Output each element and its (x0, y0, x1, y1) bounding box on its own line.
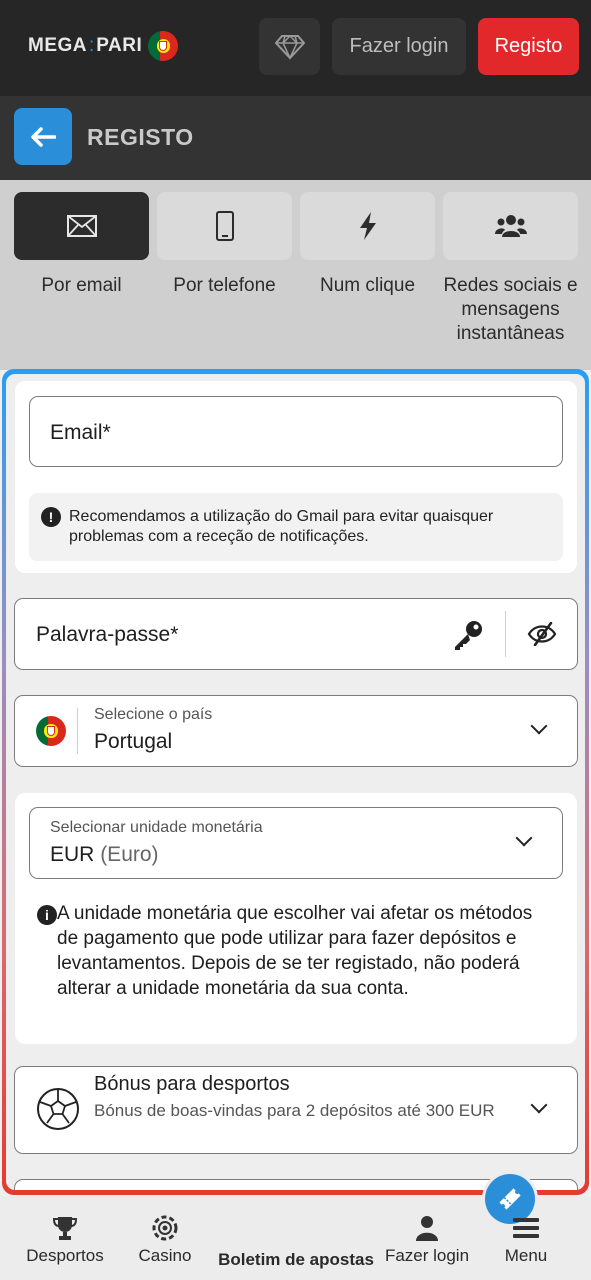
nav-menu[interactable]: Menu (488, 1196, 564, 1280)
tab-one-click[interactable]: Num clique (300, 192, 435, 298)
currency-select[interactable]: Selecionar unidade monetária EUR (Euro) (29, 807, 563, 879)
tab-label: Redes sociais e mensagens instantâneas (443, 275, 578, 344)
lightning-icon (359, 212, 376, 240)
hamburger-icon (513, 1218, 539, 1238)
nav-casino[interactable]: Casino (120, 1196, 210, 1280)
nav-label: Desportos (26, 1246, 104, 1265)
nav-login[interactable]: Fazer login (380, 1196, 474, 1280)
registration-form: Email* ! Recomendamos a utilização do Gm… (6, 374, 585, 1190)
diamond-icon (274, 34, 305, 60)
vip-diamond-button[interactable] (259, 18, 320, 75)
megapari-logo[interactable]: MEGA : PARI (28, 30, 179, 62)
country-label: Selecione o país (94, 706, 213, 723)
nav-sports[interactable]: Desportos (14, 1196, 116, 1280)
nav-label: Fazer login (384, 1246, 470, 1265)
trophy-icon (52, 1217, 78, 1240)
tab-label: Num clique (319, 275, 416, 296)
page-title: REGISTO (87, 124, 194, 150)
bonus-select[interactable]: Bónus para desportos Bónus de boas-vinda… (14, 1066, 578, 1154)
top-bar: MEGA : PARI Fazer login Registo (0, 0, 591, 96)
logo-text-left: MEGA (28, 35, 87, 56)
tab-by-email[interactable]: Por email (14, 192, 149, 298)
arrow-left-icon (31, 126, 56, 147)
logo-separator: : (89, 35, 95, 56)
bonus-subtitle: Bónus de boas-vindas para 2 depósitos at… (94, 1101, 495, 1120)
country-select[interactable]: Selecione o país Portugal (14, 695, 578, 767)
country-divider (77, 708, 78, 754)
login-button[interactable]: Fazer login (332, 18, 466, 75)
title-bar: REGISTO (0, 96, 591, 180)
user-icon (416, 1216, 438, 1241)
country-value: Portugal (94, 730, 173, 753)
portugal-flag-icon (148, 31, 179, 61)
info-icon: i (37, 905, 57, 925)
soccer-ball-icon (37, 1088, 79, 1130)
back-button[interactable] (14, 108, 72, 165)
tab-by-phone[interactable]: Por telefone (157, 192, 292, 298)
nav-label: Menu (504, 1246, 548, 1265)
key-icon[interactable] (452, 619, 484, 651)
password-placeholder: Palavra-passe* (36, 623, 179, 646)
register-button[interactable]: Registo (478, 18, 579, 75)
bottom-navigation: Desportos Casino Boletim de apostas Faze… (0, 1174, 591, 1280)
bonus-title: Bónus para desportos (94, 1073, 290, 1095)
nav-bet-slip[interactable]: Boletim de apostas (214, 1174, 535, 1280)
nav-label: Boletim de apostas (218, 1250, 374, 1269)
password-divider (505, 611, 506, 657)
eye-slash-icon[interactable] (527, 622, 557, 646)
registration-method-tabs: Por email Por telefone Num clique Redes … (0, 180, 591, 370)
gmail-notice: ! Recomendamos a utilização do Gmail par… (29, 493, 563, 561)
currency-notice-text: A unidade monetária que escolher vai afe… (57, 903, 533, 999)
gmail-notice-text: Recomendamos a utilização do Gmail para … (69, 508, 494, 545)
tab-social-networks[interactable]: Redes sociais e mensagens instantâneas (443, 192, 578, 346)
email-placeholder: Email* (50, 421, 111, 444)
currency-card: Selecionar unidade monetária EUR (Euro) … (15, 793, 577, 1044)
nav-label: Casino (138, 1246, 192, 1265)
casino-chip-icon (152, 1215, 178, 1241)
envelope-icon (66, 215, 97, 237)
portugal-flag-icon (36, 716, 66, 746)
tab-label: Por telefone (173, 275, 276, 296)
currency-label: Selecionar unidade monetária (50, 819, 263, 836)
email-card: Email* ! Recomendamos a utilização do Gm… (15, 381, 577, 573)
people-icon (494, 215, 527, 237)
email-field[interactable]: Email* (29, 396, 563, 467)
chevron-down-icon (515, 829, 533, 847)
registration-form-frame: Email* ! Recomendamos a utilização do Gm… (2, 369, 589, 1195)
currency-value: EUR (Euro) (50, 843, 159, 867)
currency-code: EUR (50, 843, 95, 866)
exclamation-icon: ! (41, 507, 61, 527)
tab-label: Por email (41, 275, 122, 296)
smartphone-icon (215, 211, 234, 241)
currency-name: (Euro) (100, 843, 159, 866)
chevron-down-icon (530, 1096, 548, 1114)
logo-text-right: PARI (96, 35, 143, 56)
password-field[interactable]: Palavra-passe* (14, 598, 578, 670)
chevron-down-icon (530, 717, 548, 735)
